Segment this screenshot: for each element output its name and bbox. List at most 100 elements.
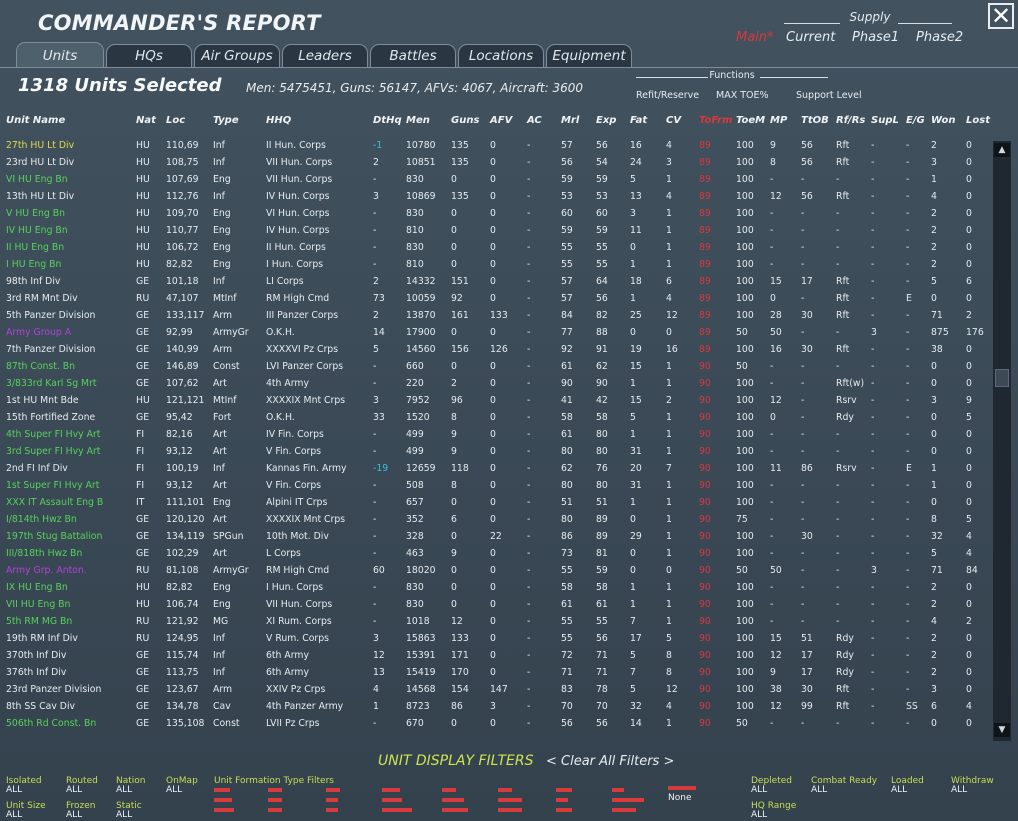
type-filter-none[interactable]: None <box>668 786 696 803</box>
cell-name[interactable]: 3/833rd Karl Sg Mrt <box>6 378 97 389</box>
column-header-ttob[interactable]: TtOB <box>801 115 829 126</box>
cell-name[interactable]: 370th Inf Div <box>6 650 66 661</box>
tab-equipment[interactable]: Equipment <box>546 44 632 67</box>
column-header-eg[interactable]: E/G <box>906 115 925 126</box>
table-row[interactable]: 5th Panzer Division GE 133,117 Arm III Panze… <box>0 307 990 324</box>
table-row[interactable]: 197th Stug Battalion GE 134,119 SPGun 10th M… <box>0 528 990 545</box>
scroll-up-icon[interactable]: ▲ <box>994 143 1010 157</box>
column-header-mrl[interactable]: Mrl <box>561 115 579 126</box>
filter-unit-size[interactable]: Unit Size ALL <box>6 802 46 820</box>
table-row[interactable]: 3/833rd Karl Sg Mrt GE 107,62 Art 4th Army - 2… <box>0 375 990 392</box>
column-header-tofrm[interactable]: ToFrm <box>699 115 733 126</box>
cell-name[interactable]: 3rd Super FI Hvy Art <box>6 446 100 457</box>
filter-onmap[interactable]: OnMap ALL <box>166 777 198 795</box>
table-row[interactable]: XXX IT Assault Eng B IT 111,101 Eng Alpini I… <box>0 494 990 511</box>
table-row[interactable]: II HU Eng Bn HU 106,72 Eng II Hun. Corps - 830… <box>0 239 990 256</box>
column-header-guns[interactable]: Guns <box>451 115 479 126</box>
max-toe-button[interactable]: MAX TOE% <box>716 90 769 101</box>
column-header-supl[interactable]: SupL <box>871 115 899 126</box>
filter-hq-range[interactable]: HQ Range ALL <box>751 802 796 820</box>
table-row[interactable]: I HU Eng Bn HU 82,82 Eng I Hun. Corps - 810 0 0 -… <box>0 256 990 273</box>
cell-name[interactable]: IX HU Eng Bn <box>6 582 68 593</box>
column-header-afv[interactable]: AFV <box>490 115 512 126</box>
cell-name[interactable]: XXX IT Assault Eng B <box>6 497 103 508</box>
cell-name[interactable]: 8th SS Cav Div <box>6 701 75 712</box>
cell-name[interactable]: 506th Rd Const. Bn <box>6 718 96 729</box>
table-row[interactable]: VII HU Eng Bn HU 106,74 Eng VII Hun. Corps - 8… <box>0 596 990 613</box>
scroll-down-icon[interactable]: ▼ <box>994 723 1010 737</box>
cell-name[interactable]: 1st Super FI Hvy Art <box>6 480 99 491</box>
cell-name[interactable]: I HU Eng Bn <box>6 259 61 270</box>
tab-air-groups[interactable]: Air Groups <box>194 44 280 67</box>
column-header-type[interactable]: Type <box>213 115 239 126</box>
filter-combat-ready[interactable]: Combat Ready ALL <box>811 777 877 795</box>
cell-name[interactable]: Army Group A <box>6 327 71 338</box>
table-row[interactable]: 5th RM MG Bn RU 121,92 MG XI Rum. Corps - 1018… <box>0 613 990 630</box>
column-header-exp[interactable]: Exp <box>596 115 616 126</box>
column-header-toem[interactable]: ToeM <box>736 115 765 126</box>
table-row[interactable]: 8th SS Cav Div GE 134,78 Cav 4th Panzer Army… <box>0 698 990 715</box>
cell-name[interactable]: 7th Panzer Division <box>6 344 95 355</box>
table-row[interactable]: 98th Inf Div GE 101,18 Inf LI Corps 2 14332 151… <box>0 273 990 290</box>
cell-name[interactable]: 2nd FI Inf Div <box>6 463 68 474</box>
filter-static[interactable]: Static ALL <box>116 802 142 820</box>
tab-hqs[interactable]: HQs <box>106 44 192 67</box>
tab-units[interactable]: Units <box>16 42 104 68</box>
supply-option-main[interactable]: Main* <box>736 30 774 45</box>
scroll-thumb[interactable] <box>995 369 1009 387</box>
cell-name[interactable]: 27th HU Lt Div <box>6 140 74 151</box>
cell-name[interactable]: 3rd RM Mnt Div <box>6 293 78 304</box>
column-header-nat[interactable]: Nat <box>136 115 156 126</box>
column-header-cv[interactable]: CV <box>666 115 681 126</box>
table-row[interactable]: III/818th Hwz Bn GE 102,29 Art L Corps -463 9 0… <box>0 545 990 562</box>
filter-depleted[interactable]: Depleted ALL <box>751 777 792 795</box>
table-row[interactable]: VI HU Eng Bn HU 107,69 Eng VII Hun. Corps - 83… <box>0 171 990 188</box>
table-row[interactable]: Army Grp. Anton. RU 81,108 ArmyGr RM High Cm… <box>0 562 990 579</box>
filter-isolated[interactable]: Isolated ALL <box>6 777 42 795</box>
cell-name[interactable]: Army Grp. Anton. <box>6 565 87 576</box>
filter-routed[interactable]: Routed ALL <box>66 777 98 795</box>
column-header-name[interactable]: Unit Name <box>6 115 65 126</box>
column-header-hhq[interactable]: HHQ <box>266 115 291 126</box>
table-row[interactable]: 370th Inf Div GE 115,74 Inf 6th Army 12 15391 1… <box>0 647 990 664</box>
table-row[interactable]: 23rd Panzer Division GE 123,67 Arm XXIV Pz C… <box>0 681 990 698</box>
supply-option-current[interactable]: Current <box>786 30 835 45</box>
column-header-loc[interactable]: Loc <box>166 115 185 126</box>
column-header-won[interactable]: Won <box>931 115 955 126</box>
table-row[interactable]: IX HU Eng Bn HU 82,82 Eng I Hun. Corps - 830 0 0… <box>0 579 990 596</box>
table-row[interactable]: 19th RM Inf Div RU 124,95 Inf V Rum. Corps 3 1… <box>0 630 990 647</box>
cell-name[interactable]: 19th RM Inf Div <box>6 633 78 644</box>
scrollbar[interactable]: ▲ ▼ <box>993 141 1011 741</box>
filter-loaded[interactable]: Loaded ALL <box>891 777 924 795</box>
cell-name[interactable]: 23rd Panzer Division <box>6 684 101 695</box>
table-row[interactable]: Army Group A GE 92,99 ArmyGr O.K.H. 14 17900 0 0… <box>0 324 990 341</box>
cell-name[interactable]: 5th Panzer Division <box>6 310 95 321</box>
table-row[interactable]: 376th Inf Div GE 113,75 Inf 6th Army 13 15419 1… <box>0 664 990 681</box>
cell-name[interactable]: 98th Inf Div <box>6 276 60 287</box>
cell-name[interactable]: IV HU Eng Bn <box>6 225 68 236</box>
cell-name[interactable]: 23rd HU Lt Div <box>6 157 74 168</box>
filter-withdraw[interactable]: Withdraw ALL <box>951 777 994 795</box>
supply-option-phase1[interactable]: Phase1 <box>852 30 899 45</box>
tab-leaders[interactable]: Leaders <box>282 44 368 67</box>
cell-name[interactable]: V HU Eng Bn <box>6 208 65 219</box>
tab-battles[interactable]: Battles <box>370 44 456 67</box>
table-row[interactable]: 3rd Super FI Hvy Art FI 93,12 Art V Fin. Cor… <box>0 443 990 460</box>
table-row[interactable]: 506th Rd Const. Bn GE 135,108 Const LVII Pz … <box>0 715 990 732</box>
clear-filters-button[interactable]: < Clear All Filters > <box>546 754 674 769</box>
cell-name[interactable]: 87th Const. Bn <box>6 361 75 372</box>
cell-name[interactable]: 5th RM MG Bn <box>6 616 72 627</box>
table-row[interactable]: 3rd RM Mnt Div RU 47,107 MtInf RM High Cmd 73… <box>0 290 990 307</box>
supply-option-phase2[interactable]: Phase2 <box>916 30 963 45</box>
table-row[interactable]: 27th HU Lt Div HU 110,69 Inf II Hun. Corps -1… <box>0 137 990 154</box>
cell-name[interactable]: 197th Stug Battalion <box>6 531 102 542</box>
tab-locations[interactable]: Locations <box>458 44 544 67</box>
column-header-dthq[interactable]: DtHq <box>373 115 402 126</box>
cell-name[interactable]: 4th Super FI Hvy Art <box>6 429 100 440</box>
table-row[interactable]: 87th Const. Bn GE 146,89 Const LVI Panzer Co… <box>0 358 990 375</box>
table-row[interactable]: IV HU Eng Bn HU 110,77 Eng IV Hun. Corps - 810… <box>0 222 990 239</box>
cell-name[interactable]: 1st HU Mnt Bde <box>6 395 79 406</box>
cell-name[interactable]: VII HU Eng Bn <box>6 599 70 610</box>
table-row[interactable]: 1st Super FI Hvy Art FI 93,12 Art V Fin. Cor… <box>0 477 990 494</box>
filter-nation[interactable]: Nation ALL <box>116 777 146 795</box>
